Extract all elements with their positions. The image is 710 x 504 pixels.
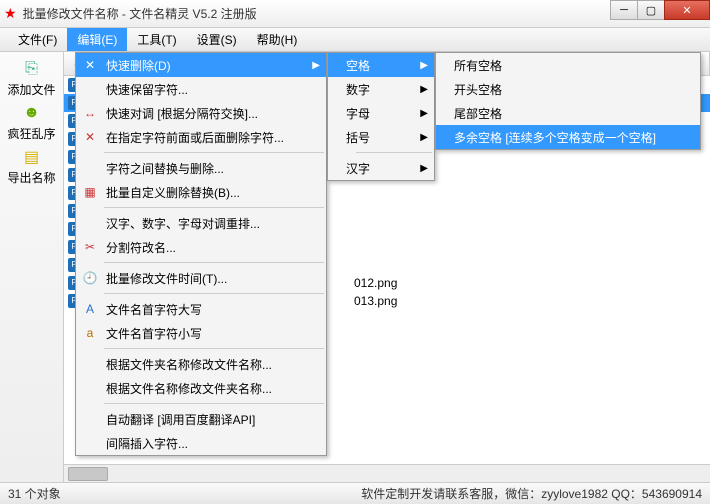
statusbar: 31 个对象 软件定制开发请联系客服，微信：zyylove1982 QQ：543… [0,482,710,504]
quick-delete-submenu: 空格 ▶ 数字 ▶ 字母 ▶ 括号 ▶ 汉字 ▶ [327,52,435,181]
menu-item[interactable]: 快速保留字符... [76,77,326,101]
export-icon: ▤ [22,147,42,167]
menu-tool[interactable]: 工具(T) [127,28,186,51]
menu-item-label: 字母 [346,105,370,122]
status-contact: 软件定制开发请联系客服，微信：zyylove1982 QQ：543690914 [361,485,702,502]
menu-item-label: 字符之间替换与删除... [106,160,224,177]
menu-item[interactable]: a 文件名首字符小写 [76,321,326,345]
menu-item[interactable]: 根据文件夹名称修改文件名称... [76,352,326,376]
menu-item-label: 文件名首字符小写 [106,325,202,342]
app-icon: ★ [4,5,17,22]
menu-item-label: 多余空格 [连续多个空格变成一个空格] [454,129,656,146]
sidebar-export-names[interactable]: ▤ 导出名称 [3,144,61,188]
menu-item[interactable]: ↔ 快速对调 [根据分隔符交换]... [76,101,326,125]
menu-item-label: 括号 [346,129,370,146]
status-count: 31 个对象 [8,485,61,502]
menu-item[interactable]: 括号 ▶ [328,125,434,149]
titlebar: ★ 批量修改文件名称 - 文件名精灵 V5.2 注册版 ─ ▢ ✕ [0,0,710,28]
menu-edit[interactable]: 编辑(E) [67,28,127,51]
menu-item-label: 批量自定义删除替换(B)... [106,184,240,201]
menu-item-label: 自动翻译 [调用百度翻译API] [106,411,255,428]
window-buttons: ─ ▢ ✕ [611,0,710,20]
menu-item-icon: ▦ [82,185,98,199]
sidebar: ⎘ 添加文件 ☻ 疯狂乱序 ▤ 导出名称 [0,52,64,482]
submenu-arrow-icon: ▶ [420,60,428,71]
menu-item-icon: A [82,302,98,316]
menu-help[interactable]: 帮助(H) [247,28,308,51]
menu-item-icon: ✕ [82,130,98,144]
menu-item-label: 数字 [346,81,370,98]
menu-item[interactable]: A 文件名首字符大写 [76,297,326,321]
maximize-button[interactable]: ▢ [637,0,665,20]
submenu-arrow-icon: ▶ [420,163,428,174]
file-modname: 013.png [354,294,574,308]
space-submenu: 所有空格开头空格尾部空格多余空格 [连续多个空格变成一个空格] [435,52,701,150]
menu-item-label: 分割符改名... [106,239,176,256]
menu-item-icon: ✂ [82,240,98,254]
menu-item[interactable]: ✂ 分割符改名... [76,235,326,259]
menu-item-label: 所有空格 [454,57,502,74]
menu-item-label: 根据文件名称修改文件夹名称... [106,380,272,397]
menu-item-label: 文件名首字符大写 [106,301,202,318]
menu-item[interactable]: 多余空格 [连续多个空格变成一个空格] [436,125,700,149]
horizontal-scrollbar[interactable] [64,464,710,482]
edit-menu-dropdown: ✕ 快速删除(D) ▶ 快速保留字符... ↔ 快速对调 [根据分隔符交换]... ✕ 在指定… [75,52,327,456]
menu-item[interactable]: 汉字、数字、字母对调重排... [76,211,326,235]
submenu-arrow-icon: ▶ [420,84,428,95]
menubar: 文件(F) 编辑(E) 工具(T) 设置(S) 帮助(H) [0,28,710,52]
menu-item-label: 尾部空格 [454,105,502,122]
window-title: 批量修改文件名称 - 文件名精灵 V5.2 注册版 [23,5,257,22]
crazy-icon: ☻ [22,103,42,123]
menu-item-label: 间隔插入字符... [106,435,188,452]
menu-item[interactable]: 空格 ▶ [328,53,434,77]
menu-item-label: 快速删除(D) [106,57,171,74]
menu-item[interactable]: 间隔插入字符... [76,431,326,455]
menu-item-label: 快速保留字符... [106,81,188,98]
menu-item[interactable]: ✕ 快速删除(D) ▶ [76,53,326,77]
menu-item[interactable]: 开头空格 [436,77,700,101]
menu-item-label: 快速对调 [根据分隔符交换]... [106,105,258,122]
menu-item[interactable]: 字母 ▶ [328,101,434,125]
add-file-icon: ⎘ [22,59,42,79]
menu-item-label: 汉字 [346,160,370,177]
menu-file[interactable]: 文件(F) [8,28,67,51]
menu-item-label: 开头空格 [454,81,502,98]
submenu-arrow-icon: ▶ [420,132,428,143]
sidebar-add-file[interactable]: ⎘ 添加文件 [3,56,61,100]
menu-item[interactable]: 🕘 批量修改文件时间(T)... [76,266,326,290]
menu-item[interactable]: ▦ 批量自定义删除替换(B)... [76,180,326,204]
minimize-button[interactable]: ─ [610,0,638,20]
menu-item[interactable]: 自动翻译 [调用百度翻译API] [76,407,326,431]
menu-item-label: 空格 [346,57,370,74]
menu-item-icon: ✕ [82,58,98,72]
submenu-arrow-icon: ▶ [420,108,428,119]
menu-setting[interactable]: 设置(S) [187,28,247,51]
menu-item[interactable]: 数字 ▶ [328,77,434,101]
menu-item[interactable]: 所有空格 [436,53,700,77]
menu-item-icon: 🕘 [82,271,98,285]
menu-item-label: 批量修改文件时间(T)... [106,270,227,287]
menu-item[interactable]: ✕ 在指定字符前面或后面删除字符... [76,125,326,149]
menu-item[interactable]: 汉字 ▶ [328,156,434,180]
menu-item[interactable]: 根据文件名称修改文件夹名称... [76,376,326,400]
menu-item-icon: ↔ [82,106,98,120]
menu-item[interactable]: 字符之间替换与删除... [76,156,326,180]
sidebar-crazy-sort[interactable]: ☻ 疯狂乱序 [3,100,61,144]
scroll-thumb[interactable] [68,467,108,481]
menu-item[interactable]: 尾部空格 [436,101,700,125]
file-modname: 012.png [354,276,574,290]
menu-item-icon: a [82,326,98,340]
menu-item-label: 根据文件夹名称修改文件名称... [106,356,272,373]
close-button[interactable]: ✕ [664,0,710,20]
menu-item-label: 汉字、数字、字母对调重排... [106,215,260,232]
menu-item-label: 在指定字符前面或后面删除字符... [106,129,284,146]
submenu-arrow-icon: ▶ [312,60,320,71]
